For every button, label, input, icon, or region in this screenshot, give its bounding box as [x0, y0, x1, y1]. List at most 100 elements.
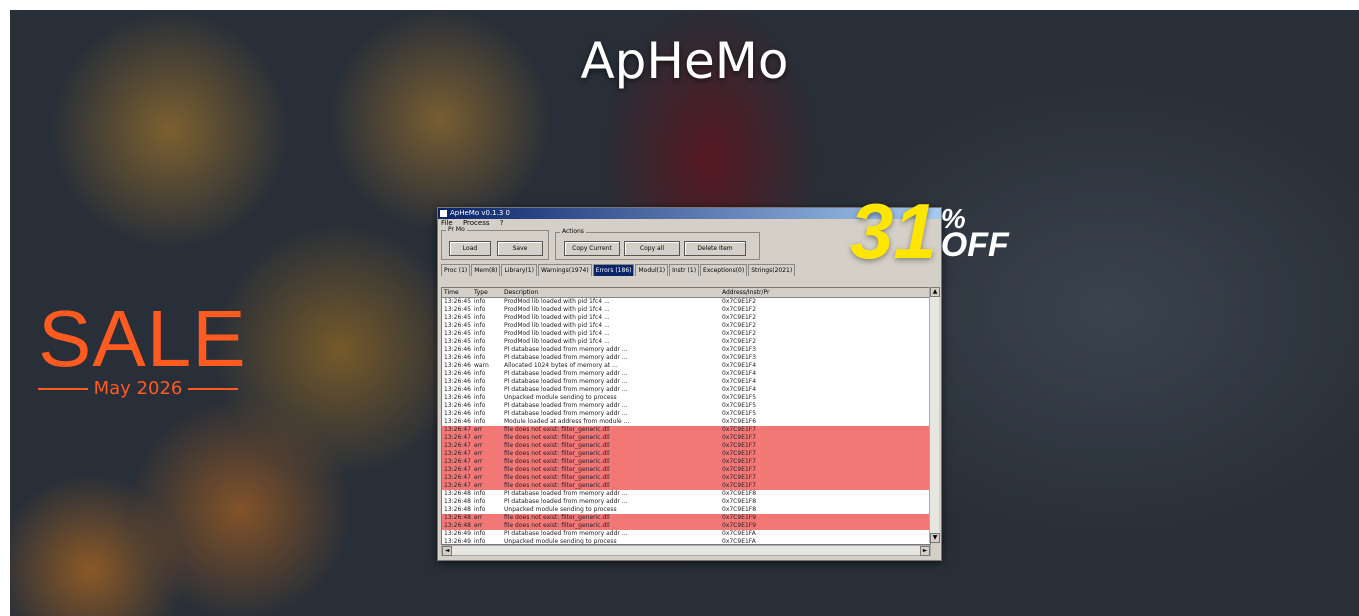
cell-address: 0x7C9E1F5 — [722, 402, 757, 409]
cell-description: ProdMod lib loaded with pid 1fc4 ... — [504, 338, 610, 345]
table-row[interactable]: 13:26:45 info ProdMod lib loaded with pid … — [442, 322, 930, 330]
cell-description: PI database loaded from memory addr ... — [504, 410, 628, 417]
table-row[interactable]: 13:26:45 info ProdMod lib loaded with pid … — [442, 330, 930, 338]
table-row[interactable]: 13:26:45 info ProdMod lib loaded with pid … — [442, 306, 930, 314]
table-row[interactable]: 13:26:46 info PI database loaded from memo… — [442, 370, 930, 378]
cell-description: file does not exist: filter_generic.dll — [504, 482, 610, 489]
table-row[interactable]: 13:26:46 info PI database loaded from memo… — [442, 378, 930, 386]
cell-time: 13:26:45 — [444, 338, 471, 345]
table-row[interactable]: 13:26:49 info Unpacked module sending to p… — [442, 538, 930, 544]
table-row[interactable]: 13:26:47 err file does not exist: filter_g… — [442, 458, 930, 466]
scroll-left-icon[interactable]: ◄ — [442, 546, 452, 556]
sale-word: SALE — [38, 294, 247, 383]
tab-library[interactable]: Library(1) — [501, 264, 537, 276]
cell-time: 13:26:45 — [444, 298, 471, 305]
cell-time: 13:26:46 — [444, 362, 471, 369]
table-row[interactable]: 13:26:46 warn Allocated 1024 bytes of memo… — [442, 362, 930, 370]
table-row[interactable]: 13:26:46 info PI database loaded from memo… — [442, 354, 930, 362]
scroll-up-icon[interactable]: ▲ — [930, 287, 940, 297]
table-body: 13:26:45 info ProdMod lib loaded with pid … — [442, 298, 930, 544]
tab-strings[interactable]: Strings(2021) — [748, 264, 796, 276]
column-address[interactable]: Address/Instr/Pr — [720, 288, 832, 297]
cell-address: 0x7C9E1F7 — [722, 466, 757, 473]
cell-time: 13:26:47 — [444, 426, 471, 433]
tab-modul[interactable]: Modul(1) — [635, 264, 669, 276]
load-button[interactable]: Load — [449, 241, 491, 256]
cell-time: 13:26:46 — [444, 386, 471, 393]
table-row[interactable]: 13:26:47 err file does not exist: filter_g… — [442, 474, 930, 482]
table-row[interactable]: 13:26:46 info PI database loaded from memo… — [442, 410, 930, 418]
table-row[interactable]: 13:26:45 info ProdMod lib loaded with pid … — [442, 298, 930, 306]
table-row[interactable]: 13:26:48 info PI database loaded from memo… — [442, 498, 930, 506]
table-row[interactable]: 13:26:46 info PI database loaded from memo… — [442, 402, 930, 410]
delete-item-button[interactable]: Delete Item — [684, 241, 746, 256]
table-row[interactable]: 13:26:48 info PI database loaded from memo… — [442, 490, 930, 498]
table-row[interactable]: 13:26:46 info Unpacked module sending to p… — [442, 394, 930, 402]
table-row[interactable]: 13:26:45 info ProdMod lib loaded with pid … — [442, 314, 930, 322]
cell-type: info — [474, 346, 486, 353]
scroll-down-icon[interactable]: ▼ — [930, 533, 940, 543]
table-row[interactable]: 13:26:47 err file does not exist: filter_g… — [442, 466, 930, 474]
banner-background: ApHeMo SALE May 2026 31 % OFF ApHeMo v0.… — [10, 10, 1359, 616]
cell-description: file does not exist: filter_generic.dll — [504, 434, 610, 441]
cell-time: 13:26:48 — [444, 506, 471, 513]
table-row[interactable]: 13:26:47 err file does not exist: filter_g… — [442, 426, 930, 434]
cell-type: info — [474, 530, 486, 537]
cell-description: ProdMod lib loaded with pid 1fc4 ... — [504, 322, 610, 329]
menu-help[interactable]: ? — [500, 219, 504, 227]
cell-type: err — [474, 482, 483, 489]
cell-address: 0x7C9E1F8 — [722, 506, 757, 513]
cell-address: 0x7C9E1F8 — [722, 490, 757, 497]
group-file: Pr Mo Load Save — [441, 226, 549, 260]
table-row[interactable]: 13:26:48 err file does not exist: filter_g… — [442, 522, 930, 530]
copy-all-button[interactable]: Copy all — [624, 241, 680, 256]
save-button[interactable]: Save — [497, 241, 543, 256]
cell-address: 0x7C9E1F5 — [722, 410, 757, 417]
group-actions: Actions Copy Current Copy all Delete Ite… — [555, 228, 760, 260]
cell-time: 13:26:48 — [444, 514, 471, 521]
table-row[interactable]: 13:26:48 err file does not exist: filter_g… — [442, 514, 930, 522]
table-row[interactable]: 13:26:47 err file does not exist: filter_g… — [442, 434, 930, 442]
horizontal-scrollbar[interactable]: ◄ ► — [441, 545, 931, 556]
table-header: Time Type Description Address/Instr/Pr — [442, 288, 930, 298]
cell-address: 0x7C9E1F2 — [722, 314, 757, 321]
tab-instr[interactable]: Instr (1) — [669, 264, 700, 276]
column-type[interactable]: Type — [472, 288, 502, 297]
table-row[interactable]: 13:26:49 info PI database loaded from memo… — [442, 530, 930, 538]
table-row[interactable]: 13:26:47 err file does not exist: filter_g… — [442, 442, 930, 450]
cell-address: 0x7C9E1F6 — [722, 418, 757, 425]
cell-description: ProdMod lib loaded with pid 1fc4 ... — [504, 314, 610, 321]
tab-exceptions[interactable]: Exceptions(0) — [700, 264, 748, 276]
cell-type: err — [474, 474, 483, 481]
column-description[interactable]: Description — [502, 288, 720, 297]
vertical-scrollbar[interactable]: ▲ ▼ — [929, 287, 940, 543]
cell-type: info — [474, 354, 486, 361]
cell-description: file does not exist: filter_generic.dll — [504, 450, 610, 457]
cell-type: err — [474, 450, 483, 457]
tab-proc[interactable]: Proc (1) — [441, 264, 471, 276]
column-time[interactable]: Time — [442, 288, 472, 297]
tab-errors[interactable]: Errors (186) — [592, 264, 635, 276]
cell-address: 0x7C9E1F2 — [722, 338, 757, 345]
cell-address: 0x7C9E1F9 — [722, 514, 757, 521]
cell-description: PI database loaded from memory addr ... — [504, 402, 628, 409]
cell-description: PI database loaded from memory addr ... — [504, 354, 628, 361]
cell-address: 0x7C9E1F2 — [722, 298, 757, 305]
table-row[interactable]: 13:26:46 info PI database loaded from memo… — [442, 346, 930, 354]
cell-time: 13:26:48 — [444, 522, 471, 529]
table-row[interactable]: 13:26:47 err file does not exist: filter_g… — [442, 482, 930, 490]
scroll-right-icon[interactable]: ► — [920, 546, 930, 556]
table-row[interactable]: 13:26:46 info Module loaded at address fro… — [442, 418, 930, 426]
copy-current-button[interactable]: Copy Current — [564, 241, 620, 256]
table-row[interactable]: 13:26:46 info PI database loaded from memo… — [442, 386, 930, 394]
tab-mem[interactable]: Mem(8) — [471, 264, 501, 276]
table-row[interactable]: 13:26:45 info ProdMod lib loaded with pid … — [442, 338, 930, 346]
cell-time: 13:26:45 — [444, 306, 471, 313]
table-row[interactable]: 13:26:48 info Unpacked module sending to p… — [442, 506, 930, 514]
cell-type: info — [474, 322, 486, 329]
menu-process[interactable]: Process — [463, 219, 490, 227]
table-row[interactable]: 13:26:47 err file does not exist: filter_g… — [442, 450, 930, 458]
cell-type: err — [474, 458, 483, 465]
tab-warnings[interactable]: Warnings(1974) — [537, 264, 592, 276]
cell-time: 13:26:46 — [444, 378, 471, 385]
